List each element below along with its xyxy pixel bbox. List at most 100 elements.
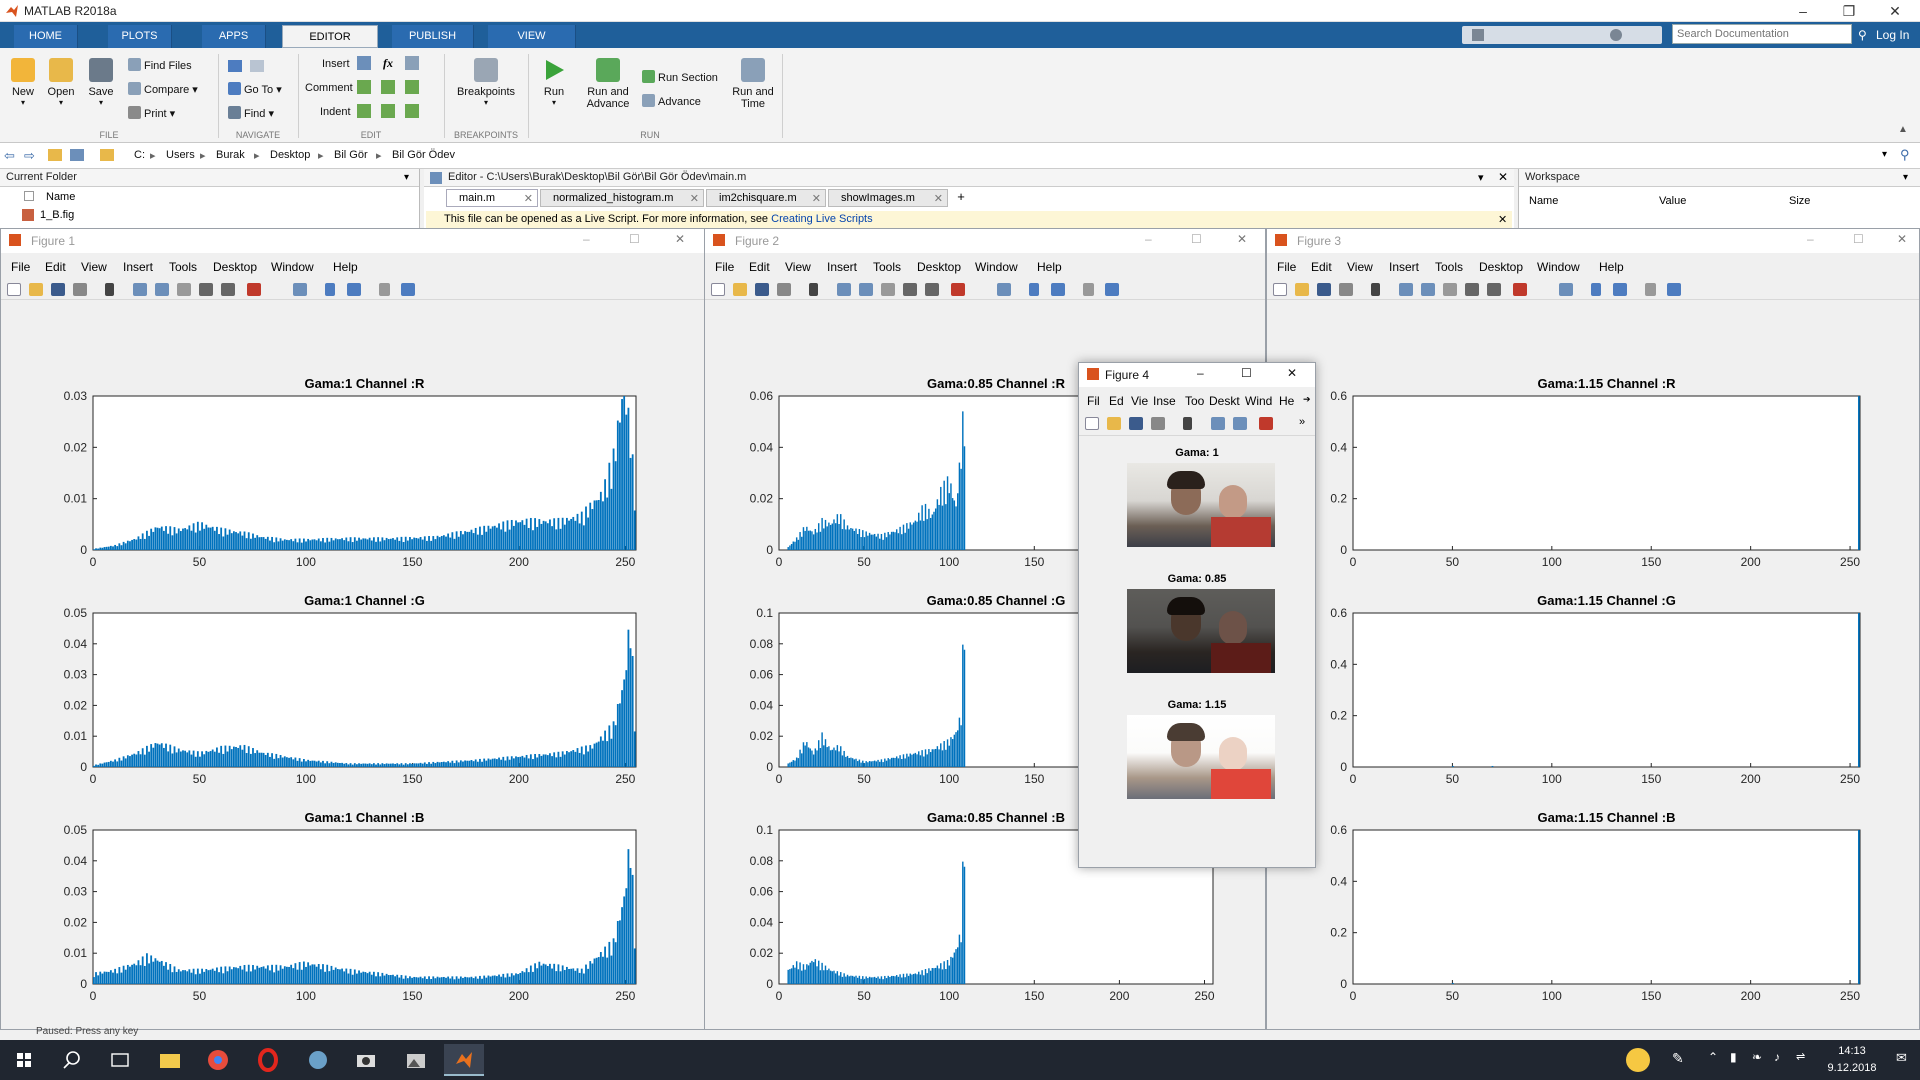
- editor-tab-im2chisquare[interactable]: im2chisquare.m ✕: [706, 189, 826, 207]
- minimize-icon[interactable]: –: [1807, 232, 1814, 246]
- save-figure-icon[interactable]: [1129, 417, 1143, 430]
- windows-start-icon[interactable]: [4, 1044, 44, 1076]
- data-cursor-icon[interactable]: [1487, 283, 1501, 296]
- menu-desktop[interactable]: Desktop: [213, 260, 257, 274]
- hide-plot-tools-icon[interactable]: [379, 283, 390, 296]
- menu-desktop[interactable]: Desktop: [917, 260, 961, 274]
- histogram-axes[interactable]: Gama:1.15 Channel :B 0 0.2 0.4 0.6 0 50 100 150 2…: [1330, 810, 1861, 1003]
- increase-indent-icon[interactable]: [381, 104, 395, 118]
- menu-help[interactable]: Help: [1037, 260, 1062, 274]
- maximize-icon[interactable]: ☐: [1241, 366, 1252, 380]
- editor-tab-main[interactable]: main.m ✕: [446, 189, 538, 207]
- tab-view[interactable]: VIEW: [488, 25, 576, 48]
- link-plot-icon[interactable]: [1559, 283, 1573, 296]
- camera-icon[interactable]: [346, 1044, 386, 1076]
- name-column-header[interactable]: Name: [46, 191, 75, 203]
- insert-legend-icon[interactable]: [1613, 283, 1627, 296]
- show-hidden-icons[interactable]: ⌃: [1708, 1050, 1718, 1064]
- quick-access-toolbar[interactable]: [1462, 26, 1662, 44]
- toolbar-overflow-icon[interactable]: »: [1299, 416, 1305, 428]
- breadcrumb-c[interactable]: C:: [134, 149, 145, 161]
- clock-time[interactable]: 14:13: [1818, 1045, 1886, 1057]
- open-button[interactable]: Open ▾: [44, 58, 78, 107]
- editor-tab-normalized-histogram[interactable]: normalized_histogram.m ✕: [540, 189, 704, 207]
- language-icon[interactable]: ⇌: [1796, 1050, 1805, 1063]
- menu-tools[interactable]: Too: [1185, 394, 1204, 408]
- menu-insert[interactable]: Insert: [123, 260, 153, 274]
- minimize-icon[interactable]: –: [583, 232, 590, 246]
- menu-help[interactable]: Help: [1599, 260, 1624, 274]
- close-tab-icon[interactable]: ✕: [812, 192, 821, 205]
- close-icon[interactable]: ✕: [1872, 0, 1918, 22]
- run-and-time-button[interactable]: Run and Time: [728, 58, 778, 110]
- search-folder-icon[interactable]: ⚲: [1900, 147, 1910, 163]
- menu-help[interactable]: He: [1279, 394, 1294, 408]
- menu-insert[interactable]: Insert: [1389, 260, 1419, 274]
- save-button[interactable]: Save ▾: [84, 58, 118, 107]
- maximize-icon[interactable]: ☐: [629, 232, 640, 246]
- menu-file[interactable]: File: [1277, 260, 1296, 274]
- histogram-axes[interactable]: Gama:1 Channel :B 0 0.01 0.02 0.03 0.04 0.05 0 5…: [64, 810, 637, 1003]
- notifications-icon[interactable]: ✉: [1896, 1050, 1907, 1066]
- find-files-button[interactable]: Find Files: [128, 58, 192, 72]
- link-plot-icon[interactable]: [997, 283, 1011, 296]
- tab-editor[interactable]: EDITOR: [282, 25, 378, 48]
- brush-icon[interactable]: [1513, 283, 1527, 296]
- new-figure-icon[interactable]: [711, 283, 725, 296]
- menu-window[interactable]: Window: [975, 260, 1018, 274]
- print-button[interactable]: Print ▾: [128, 106, 175, 120]
- forward-arrow-icon[interactable]: ⇨: [24, 148, 35, 164]
- tab-home[interactable]: HOME: [14, 25, 78, 48]
- new-figure-icon[interactable]: [1273, 283, 1287, 296]
- zoom-in-icon[interactable]: [1399, 283, 1413, 296]
- minimize-icon[interactable]: –: [1780, 0, 1826, 22]
- uncomment-icon[interactable]: [381, 80, 395, 94]
- run-section-button[interactable]: Run Section: [642, 70, 718, 84]
- menu-view[interactable]: View: [785, 260, 811, 274]
- app-icon[interactable]: [298, 1044, 338, 1076]
- workspace-col-name[interactable]: Name: [1529, 195, 1558, 207]
- menu-file[interactable]: File: [11, 260, 30, 274]
- save-figure-icon[interactable]: [755, 283, 769, 296]
- save-figure-icon[interactable]: [1317, 283, 1331, 296]
- workspace-col-value[interactable]: Value: [1659, 195, 1686, 207]
- menu-help[interactable]: Help: [333, 260, 358, 274]
- close-tab-icon[interactable]: ✕: [934, 192, 943, 205]
- menu-file[interactable]: Fil: [1087, 394, 1100, 408]
- minimize-icon[interactable]: –: [1197, 366, 1204, 380]
- insert-colorbar-icon[interactable]: [325, 283, 335, 296]
- open-file-icon[interactable]: [29, 283, 43, 296]
- search-icon[interactable]: [52, 1044, 92, 1076]
- collapse-ribbon-icon[interactable]: ▲: [1898, 124, 1908, 135]
- zoom-out-icon[interactable]: [1421, 283, 1435, 296]
- brush-icon[interactable]: [951, 283, 965, 296]
- pan-icon[interactable]: [177, 283, 191, 296]
- file-explorer-icon[interactable]: [150, 1044, 190, 1076]
- edit-plot-icon[interactable]: [1371, 283, 1380, 296]
- print-figure-icon[interactable]: [73, 283, 87, 296]
- show-plot-tools-icon[interactable]: [401, 283, 415, 296]
- editor-tab-showimages[interactable]: showImages.m ✕: [828, 189, 948, 207]
- insert-legend-icon[interactable]: [1051, 283, 1065, 296]
- link-plot-icon[interactable]: [293, 283, 307, 296]
- breadcrumb-bilgor[interactable]: Bil Gör: [334, 149, 368, 161]
- zoom-in-icon[interactable]: [1211, 417, 1225, 430]
- rotate-3d-icon[interactable]: [199, 283, 213, 296]
- menu-edit[interactable]: Edit: [749, 260, 770, 274]
- help-icon[interactable]: [1610, 29, 1622, 41]
- compare-button[interactable]: Compare ▾: [128, 82, 198, 96]
- menu-view[interactable]: View: [81, 260, 107, 274]
- goto-button[interactable]: Go To ▾: [228, 82, 282, 96]
- print-figure-icon[interactable]: [777, 283, 791, 296]
- photos-icon[interactable]: [396, 1044, 436, 1076]
- breakpoints-button[interactable]: Breakpoints ▾: [452, 58, 520, 107]
- pan-icon[interactable]: [1443, 283, 1457, 296]
- menu-desktop[interactable]: Desktop: [1479, 260, 1523, 274]
- select-all-checkbox[interactable]: [24, 191, 34, 201]
- people-icon[interactable]: ✎: [1672, 1050, 1684, 1067]
- menu-window[interactable]: Window: [271, 260, 314, 274]
- find-button[interactable]: Find ▾: [228, 106, 274, 120]
- menu-window[interactable]: Window: [1537, 260, 1580, 274]
- clock-date[interactable]: 9.12.2018: [1808, 1062, 1896, 1074]
- brush-icon[interactable]: [247, 283, 261, 296]
